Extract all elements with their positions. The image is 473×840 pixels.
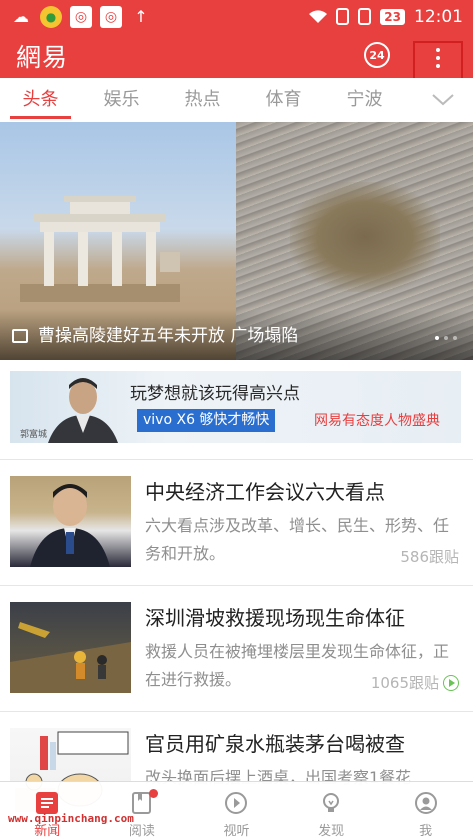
nav-news[interactable]: 新闻 — [0, 782, 95, 840]
netease-logo: 網易 — [16, 42, 69, 72]
sim-icon — [336, 8, 350, 25]
news-item[interactable]: 中央经济工作会议六大看点 六大看点涉及改革、增长、民生、形势、任务和开放。 58… — [0, 459, 473, 585]
cloud-icon: ☁ — [13, 7, 29, 26]
carousel-dot — [453, 336, 457, 340]
wechat-icon: ● — [40, 5, 62, 28]
comment-count: 1065跟贴 — [371, 672, 459, 693]
netease-news-icon: ◎ — [100, 5, 122, 28]
notification-badge — [148, 789, 158, 798]
tab-ningbo[interactable]: 宁波 — [324, 78, 405, 122]
nav-discover[interactable]: 发现 — [284, 782, 379, 840]
netease-news-icon: ◎ — [70, 5, 92, 28]
sim-icon — [358, 8, 372, 25]
play-icon — [223, 790, 249, 816]
speaker-photo — [30, 484, 110, 567]
carousel-dot — [435, 336, 439, 340]
upload-arrow-icon: ↑ — [134, 7, 148, 26]
expand-tabs-button[interactable] — [413, 78, 473, 122]
clock: 12:01 — [414, 6, 463, 27]
more-dot — [436, 48, 440, 52]
chevron-down-icon — [432, 94, 454, 106]
bulb-icon — [318, 790, 344, 816]
ad-person-image — [48, 378, 118, 443]
comment-count-label: 586跟贴 — [400, 548, 459, 566]
nav-label: 我 — [419, 824, 433, 839]
news-thumbnail — [10, 476, 131, 567]
app-header: 網易 24 — [0, 33, 473, 90]
netease-news-app: ☁ ● ◎ ◎ ↑ 23 12:01 網易 24 头条 娱乐 热点 体育 宁波 … — [0, 0, 473, 840]
more-dot — [436, 56, 440, 60]
tab-sports[interactable]: 体育 — [243, 78, 324, 122]
battery-level: 23 — [380, 8, 405, 25]
nav-me[interactable]: 我 — [378, 782, 473, 840]
hot24-button[interactable]: 24 — [364, 42, 390, 68]
tab-hot[interactable]: 热点 — [162, 78, 243, 122]
channel-tabs: 头条 娱乐 热点 体育 宁波 — [0, 78, 473, 122]
more-dot — [436, 64, 440, 68]
archway-illustration — [20, 196, 180, 302]
news-title: 官员用矿泉水瓶装茅台喝被查 — [145, 732, 405, 756]
ad-tagline: 网易有态度人物盛典 — [314, 413, 440, 429]
photo-gallery-icon — [12, 329, 28, 343]
bottom-navigation: 新闻 阅读 视听 发现 我 — [0, 781, 473, 840]
ad-section: 郭富城 玩梦想就该玩得高兴点 vivo X6 够快才畅快 网易有态度人物盛典 — [0, 360, 473, 459]
ad-slogan: 玩梦想就该玩得高兴点 — [130, 384, 300, 404]
tab-headlines[interactable]: 头条 — [0, 78, 81, 122]
nav-reading[interactable]: 阅读 — [95, 782, 190, 840]
hero-carousel[interactable]: 曹操高陵建好五年未开放 广场塌陷 — [0, 122, 473, 360]
collapse-dirt — [290, 182, 440, 292]
nav-media[interactable]: 视听 — [189, 782, 284, 840]
nav-label: 发现 — [318, 824, 345, 839]
watermark: www.qinpinchang.com — [8, 812, 134, 825]
ad-banner[interactable]: 郭富城 玩梦想就该玩得高兴点 vivo X6 够快才畅快 网易有态度人物盛典 — [10, 371, 461, 443]
tab-entertainment[interactable]: 娱乐 — [81, 78, 162, 122]
carousel-indicator — [435, 336, 457, 340]
comment-count-label: 1065跟贴 — [370, 674, 439, 692]
news-item[interactable]: 深圳滑坡救援现场现生命体征 救援人员在被掩埋楼层里发现生命体征，正在进行救援。 … — [0, 585, 473, 711]
rescue-photo — [10, 622, 131, 693]
ad-signature: 郭富城 — [20, 430, 48, 440]
news-thumbnail — [10, 602, 131, 693]
hero-caption: 曹操高陵建好五年未开放 广场塌陷 — [38, 326, 299, 346]
wifi-icon — [309, 9, 328, 23]
nav-label: 视听 — [223, 824, 250, 839]
user-icon — [413, 790, 439, 816]
news-title: 深圳滑坡救援现场现生命体征 — [145, 606, 405, 630]
news-title: 中央经济工作会议六大看点 — [145, 480, 385, 504]
carousel-dot — [444, 336, 448, 340]
status-bar: ☁ ● ◎ ◎ ↑ 23 12:01 — [0, 0, 473, 33]
video-play-icon — [443, 674, 459, 691]
comment-count: 586跟贴 — [400, 546, 459, 567]
ad-product: vivo X6 够快才畅快 — [137, 409, 276, 432]
